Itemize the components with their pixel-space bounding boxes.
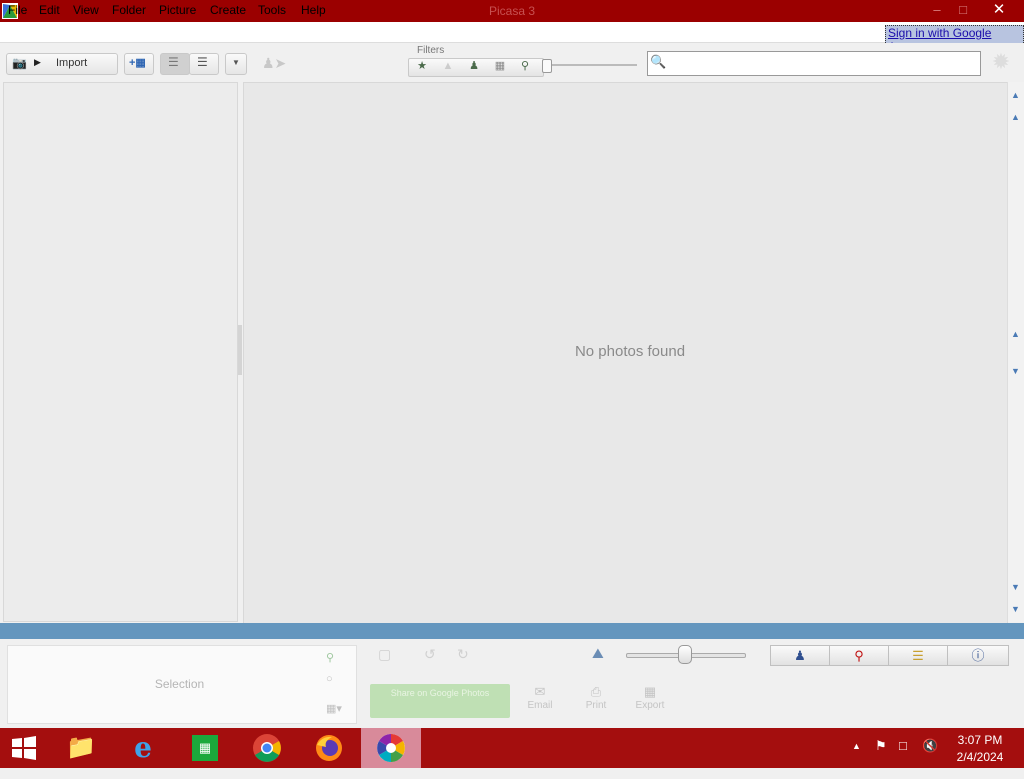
people-upload-icon: ♟➤: [262, 55, 287, 71]
scroll-top-icon[interactable]: ▲: [1009, 88, 1022, 102]
selection-label: Selection: [154, 677, 205, 691]
date-filter-slider-thumb[interactable]: [542, 59, 552, 73]
start-button[interactable]: [0, 728, 48, 768]
taskbar-store[interactable]: ▦: [175, 728, 235, 768]
window-title: Picasa 3: [488, 4, 536, 18]
movie-filter-icon[interactable]: ▦: [488, 59, 512, 74]
taskbar-firefox[interactable]: [299, 728, 359, 768]
import-label: Import: [56, 57, 88, 69]
scroll-page-up-icon[interactable]: ▲: [1009, 327, 1022, 341]
hold-pin-icon[interactable]: ⚲: [326, 651, 334, 664]
filters-label: Filters: [417, 45, 445, 56]
print-label: Print: [585, 700, 607, 711]
people-panel-button[interactable]: ♟: [770, 645, 830, 666]
action-center-flag-icon[interactable]: ⚑: [875, 738, 887, 754]
info-icon: ⓘ: [971, 648, 985, 663]
menu-edit[interactable]: Edit: [39, 3, 60, 17]
rotate-right-icon: ↻: [457, 646, 469, 662]
panel-splitter[interactable]: [238, 325, 242, 375]
map-pin-icon: ⚲: [854, 648, 864, 663]
library-scrollbar[interactable]: [1007, 82, 1024, 622]
tree-view-button[interactable]: ☰: [189, 53, 219, 75]
show-hidden-icons-icon[interactable]: ▲: [852, 741, 861, 751]
ie-icon: e: [134, 731, 152, 764]
menu-bar: [0, 22, 1024, 43]
play-arrow-icon: ▶: [34, 57, 41, 67]
taskbar-chrome[interactable]: [237, 728, 297, 768]
empty-library-message: No photos found: [574, 343, 686, 360]
menu-picture[interactable]: Picture: [159, 3, 196, 17]
add-folder-button[interactable]: +▦: [124, 53, 154, 75]
search-input[interactable]: [647, 51, 981, 76]
list-icon: ☰: [168, 55, 179, 69]
face-filter-icon[interactable]: ♟: [462, 59, 486, 74]
email-icon: ✉: [534, 684, 546, 699]
star-filter-icon[interactable]: ★: [410, 59, 434, 74]
print-icon: ⎙: [590, 684, 602, 699]
scroll-bottom-icon[interactable]: ▼: [1009, 602, 1022, 616]
close-button[interactable]: ✕: [979, 0, 1019, 20]
scroll-page-down-icon[interactable]: ▼: [1009, 364, 1022, 378]
add-folder-icon: +▦: [129, 57, 146, 69]
scroll-up-icon[interactable]: ▲: [1009, 110, 1022, 124]
firefox-icon: [316, 735, 342, 761]
tags-panel-button[interactable]: ☰: [888, 645, 948, 666]
taskbar-file-explorer[interactable]: 📁: [51, 728, 111, 768]
share-label: Share on Google Photos: [390, 688, 490, 698]
rotate-left-icon: ↺: [424, 646, 436, 662]
date-filter-slider-track: [545, 64, 637, 66]
chevron-down-icon: ▼: [232, 58, 240, 67]
menu-folder[interactable]: Folder: [112, 3, 146, 17]
loading-spinner-icon: ✹: [991, 49, 1011, 74]
print-button[interactable]: ⎙ Print: [576, 684, 616, 711]
volume-muted-icon[interactable]: 🔇: [922, 738, 938, 754]
person-icon: ♟: [794, 648, 806, 663]
clock-date[interactable]: 2/4/2024: [946, 750, 1014, 764]
search-icon: 🔍: [650, 54, 667, 69]
tray-divider: [0, 623, 1024, 639]
tree-icon: ☰: [197, 55, 208, 69]
thumbnail-size-slider-thumb[interactable]: [678, 645, 692, 664]
folder-list-panel[interactable]: [3, 82, 238, 622]
tag-icon: ☰: [912, 648, 924, 663]
camera-icon: 📷: [12, 56, 27, 70]
maximize-button[interactable]: □: [946, 0, 980, 20]
windows-logo-icon: [12, 736, 36, 760]
view-options-button[interactable]: ▼: [225, 53, 247, 75]
email-label: Email: [527, 700, 553, 711]
export-label: Export: [635, 700, 665, 711]
clear-selection-icon[interactable]: ○: [326, 673, 333, 685]
export-button[interactable]: ▦ Export: [630, 684, 670, 711]
flat-view-button[interactable]: ☰: [160, 53, 190, 75]
menu-view[interactable]: View: [73, 3, 99, 17]
slideshow-icon: ▢: [378, 646, 392, 662]
picasa-icon: [377, 734, 405, 762]
places-panel-button[interactable]: ⚲: [829, 645, 889, 666]
upload-filter-icon[interactable]: ▲: [436, 59, 460, 74]
network-icon[interactable]: □: [899, 738, 907, 753]
geotag-filter-icon[interactable]: ⚲: [513, 59, 537, 74]
store-icon: ▦: [192, 735, 218, 761]
clock-time[interactable]: 3:07 PM: [946, 733, 1014, 747]
taskbar-internet-explorer[interactable]: e: [113, 728, 173, 768]
menu-tools[interactable]: Tools: [258, 3, 286, 17]
menu-help[interactable]: Help: [301, 3, 326, 17]
album-add-icon[interactable]: ▦▾: [326, 702, 342, 715]
menu-file[interactable]: File: [8, 3, 27, 17]
folder-icon: 📁: [66, 734, 96, 761]
properties-panel-button[interactable]: ⓘ: [947, 645, 1009, 666]
taskbar-picasa[interactable]: [361, 728, 421, 768]
menu-create[interactable]: Create: [210, 3, 246, 17]
chrome-icon: [253, 734, 281, 762]
scroll-down-icon[interactable]: ▼: [1009, 580, 1022, 594]
thumbnail-size-icon: ⛰: [592, 645, 604, 661]
email-button[interactable]: ✉ Email: [520, 684, 560, 711]
export-icon: ▦: [643, 684, 657, 699]
